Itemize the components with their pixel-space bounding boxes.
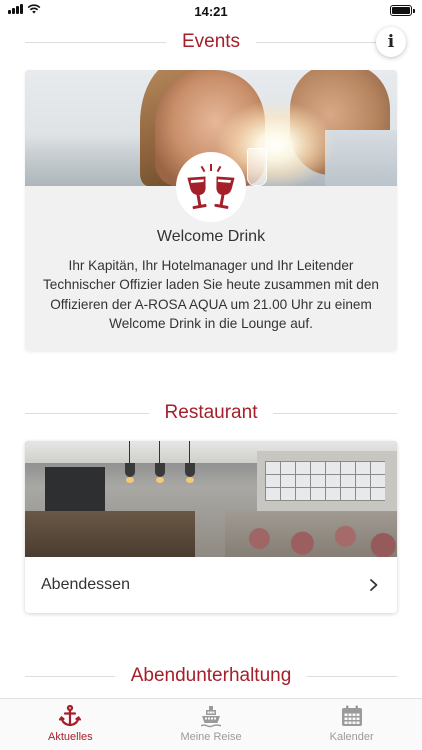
event-description: Ihr Kapitän, Ihr Hotelmanager und Ihr Le… (43, 258, 379, 331)
divider (307, 675, 397, 677)
restaurant-heading: Restaurant (164, 402, 258, 423)
ship-icon (201, 706, 221, 728)
evening-section-header: Abendunterhaltung (25, 661, 397, 691)
status-time: 14:21 (194, 4, 228, 19)
tab-bar: Aktuelles Meine Reise Kalender (0, 698, 422, 750)
status-bar: 14:21 (0, 0, 422, 24)
tab-meine-reise[interactable]: Meine Reise (141, 699, 282, 750)
restaurant-photo (25, 441, 397, 557)
battery-icon (390, 5, 415, 16)
tab-label: Meine Reise (180, 731, 242, 743)
events-section-header: Events (25, 27, 397, 57)
divider (25, 41, 166, 43)
event-card[interactable]: Welcome Drink Ihr Kapitän, Ihr Hotelmana… (25, 70, 397, 351)
divider (25, 675, 115, 677)
evening-heading: Abendunterhaltung (130, 665, 292, 686)
restaurant-section-header: Restaurant (25, 398, 398, 428)
info-button[interactable]: i (376, 27, 406, 57)
divider (25, 412, 149, 414)
calendar-icon (341, 705, 362, 726)
wine-glasses-icon (176, 152, 246, 222)
tab-kalender[interactable]: Kalender (281, 699, 422, 750)
dinner-label: Abendessen (41, 576, 130, 593)
anchor-icon (59, 704, 82, 727)
tab-aktuelles[interactable]: Aktuelles (0, 699, 141, 750)
restaurant-card[interactable]: Abendessen (25, 441, 397, 613)
events-heading: Events (181, 31, 241, 52)
dinner-row[interactable]: Abendessen (25, 557, 397, 613)
event-title: Welcome Drink (156, 228, 266, 245)
divider (273, 412, 398, 414)
tab-label: Kalender (329, 731, 374, 743)
tab-label: Aktuelles (48, 731, 93, 743)
chevron-right-icon (370, 579, 378, 591)
